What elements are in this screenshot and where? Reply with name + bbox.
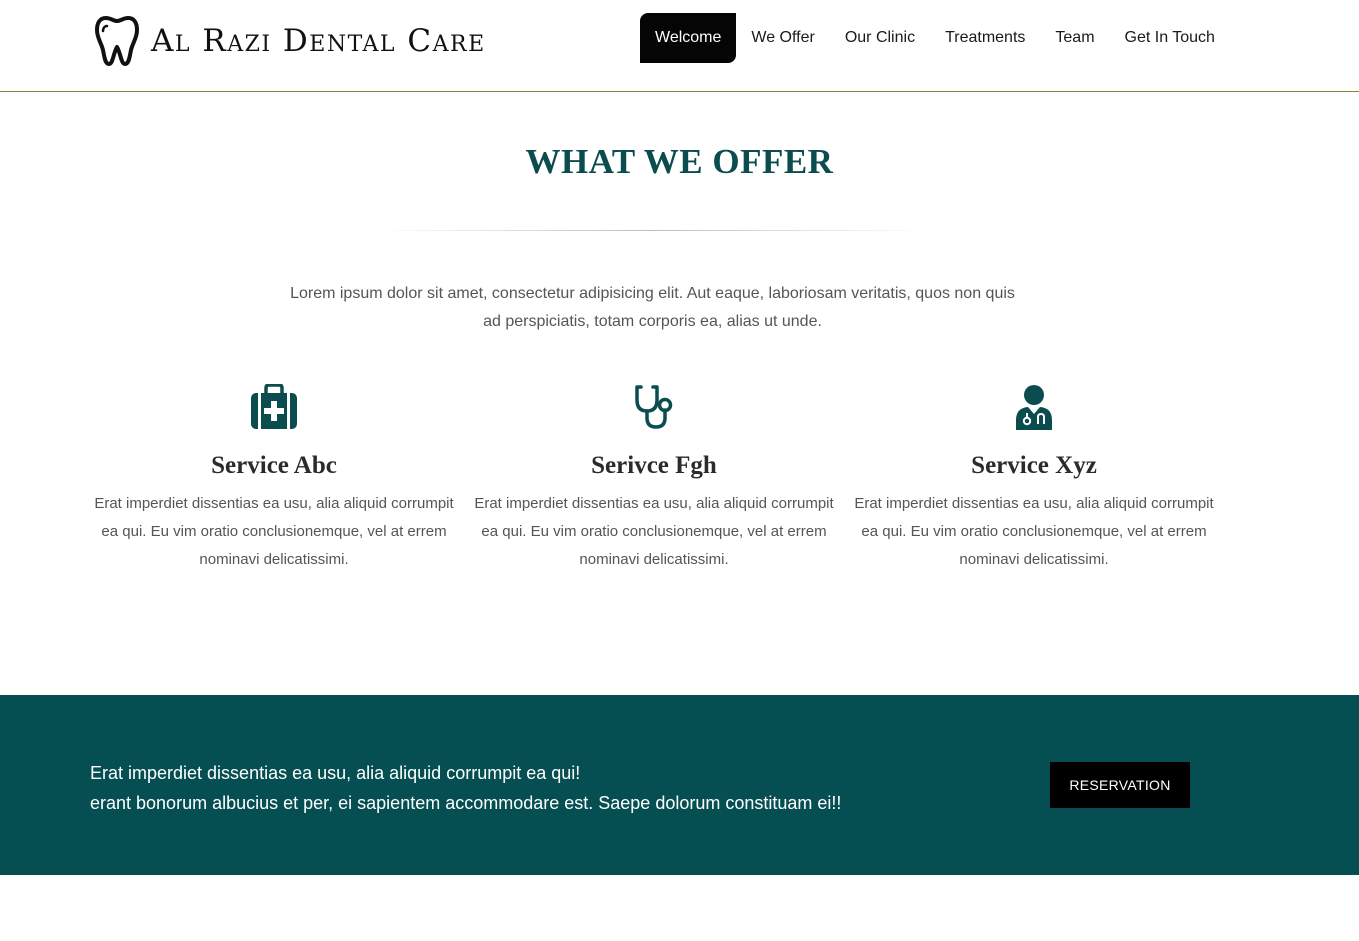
service-description: Erat imperdiet dissentias ea usu, alia a… bbox=[94, 495, 454, 568]
service-card: Serivce Fgh Erat imperdiet dissentias ea… bbox=[464, 384, 844, 574]
service-title: Service Abc bbox=[211, 452, 337, 479]
main-nav: Welcome We Offer Our Clinic Treatments T… bbox=[640, 13, 1230, 63]
reservation-banner: Erat imperdiet dissentias ea usu, alia a… bbox=[0, 695, 1359, 875]
service-title: Serivce Fgh bbox=[591, 452, 717, 479]
banner-line-1: Erat imperdiet dissentias ea usu, alia a… bbox=[90, 763, 581, 783]
brand-name: Al Razi Dental Care bbox=[151, 22, 486, 59]
section-divider bbox=[377, 230, 927, 231]
site-header: Al Razi Dental Care Welcome We Offer Our… bbox=[0, 0, 1359, 92]
medkit-icon bbox=[251, 384, 297, 429]
section-intro: Lorem ipsum dolor sit amet, consectetur … bbox=[290, 285, 1015, 330]
stethoscope-icon bbox=[635, 385, 673, 429]
service-description: Erat imperdiet dissentias ea usu, alia a… bbox=[474, 495, 834, 568]
banner-line-2: erant bonorum albucius et per, ei sapien… bbox=[90, 793, 842, 813]
brand-logo[interactable]: Al Razi Dental Care bbox=[95, 14, 486, 68]
nav-item-treatments[interactable]: Treatments bbox=[930, 13, 1040, 63]
service-card: Service Abc Erat imperdiet dissentias ea… bbox=[84, 384, 464, 574]
nav-item-team[interactable]: Team bbox=[1040, 13, 1109, 63]
services-list: Service Abc Erat imperdiet dissentias ea… bbox=[84, 384, 1224, 574]
service-description: Erat imperdiet dissentias ea usu, alia a… bbox=[854, 495, 1214, 568]
nav-item-our-clinic[interactable]: Our Clinic bbox=[830, 13, 930, 63]
service-title: Service Xyz bbox=[971, 452, 1097, 479]
nav-item-get-in-touch[interactable]: Get In Touch bbox=[1110, 13, 1230, 63]
reservation-button[interactable]: RESERVATION bbox=[1050, 762, 1190, 808]
banner-text: Erat imperdiet dissentias ea usu, alia a… bbox=[90, 758, 841, 818]
section-title: WHAT WE OFFER bbox=[525, 142, 834, 181]
nav-item-welcome[interactable]: Welcome bbox=[640, 13, 737, 63]
tooth-icon bbox=[95, 16, 139, 66]
doctor-icon bbox=[1016, 385, 1052, 430]
service-card: Service Xyz Erat imperdiet dissentias ea… bbox=[844, 384, 1224, 574]
nav-item-we-offer[interactable]: We Offer bbox=[736, 13, 829, 63]
